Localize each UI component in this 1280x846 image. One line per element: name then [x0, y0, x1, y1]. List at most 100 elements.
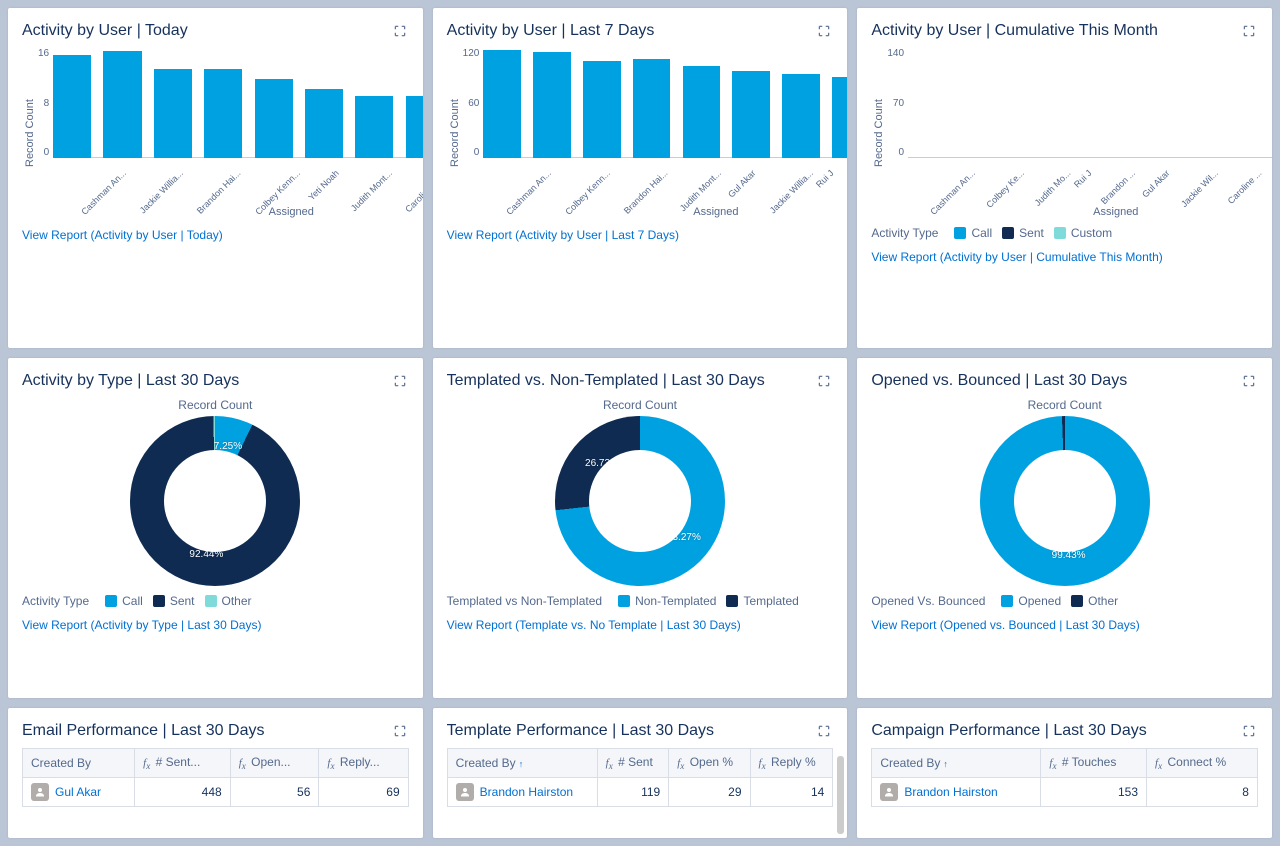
legend-item[interactable]: Sent	[153, 594, 195, 608]
value-cell: 119	[597, 778, 669, 807]
expand-icon[interactable]	[815, 372, 833, 390]
user-link[interactable]: Brandon Hairston	[904, 785, 997, 799]
column-header[interactable]: fx # Sent...	[135, 749, 231, 778]
bar[interactable]	[355, 96, 393, 158]
card-title: Template Performance | Last 30 Days	[447, 722, 714, 740]
card-title: Activity by User | Today	[22, 22, 188, 40]
user-icon	[456, 783, 474, 801]
donut[interactable]: 99.43%	[980, 416, 1150, 586]
user-cell: Brandon Hairston	[447, 778, 597, 807]
expand-icon[interactable]	[391, 722, 409, 740]
x-ticks: Cashman An...Colbey Ke...Judith Mo...Rui…	[887, 158, 1272, 208]
value-cell: 153	[1041, 778, 1147, 807]
chart-subtitle: Record Count	[447, 398, 834, 412]
bar[interactable]	[683, 66, 721, 158]
y-axis-label: Record Count	[871, 48, 887, 218]
bar[interactable]	[255, 79, 293, 158]
x-ticks: Cashman An...Jackie Willia...Brandon Hai…	[38, 158, 423, 208]
bar[interactable]	[782, 74, 820, 158]
view-report-link[interactable]: View Report (Activity by User | Cumulati…	[871, 250, 1162, 264]
legend-item[interactable]: Non-Templated	[618, 594, 716, 608]
card-activity-user-7days: Activity by User | Last 7 Days Record Co…	[433, 8, 848, 348]
donut-slice-label: 73.27%	[667, 532, 701, 543]
y-ticks: 140700	[887, 48, 908, 158]
bar[interactable]	[305, 89, 343, 158]
value-cell: 14	[750, 778, 833, 807]
column-header[interactable]: fx Connect %	[1147, 749, 1258, 778]
bar[interactable]	[583, 61, 621, 158]
table-row: Gul Akar4485669	[23, 778, 409, 807]
donut-slice-label: 26.73%	[585, 458, 619, 469]
bar[interactable]	[533, 52, 571, 158]
stacked-bar-chart: Record Count140700Cashman An...Colbey Ke…	[871, 48, 1258, 240]
table: Created By↑fx # Touchesfx Connect % Brand…	[871, 748, 1258, 807]
table-row: Brandon Hairston1192914	[447, 778, 833, 807]
column-header[interactable]: fx Reply...	[319, 749, 408, 778]
card-title: Opened vs. Bounced | Last 30 Days	[871, 372, 1127, 390]
value-cell: 448	[135, 778, 231, 807]
column-header[interactable]: fx # Sent	[597, 749, 669, 778]
donut[interactable]: 73.27% 26.73%	[555, 416, 725, 586]
x-ticks: Cashman An...Colbey Kenn...Brandon Hai..…	[463, 158, 848, 208]
donut-slice-label: 92.44%	[189, 549, 223, 560]
expand-icon[interactable]	[1240, 722, 1258, 740]
donut-chart: 7.25%92.44%Activity TypeCallSentOther	[22, 416, 409, 608]
card-title: Activity by Type | Last 30 Days	[22, 372, 239, 390]
data-table: Created By↑fx # Sentfx Open %fx Reply % B…	[447, 748, 834, 807]
view-report-link[interactable]: View Report (Opened vs. Bounced | Last 3…	[871, 618, 1139, 632]
donut-slice-label: 7.25%	[214, 441, 242, 452]
card-email-perf: Email Performance | Last 30 Days Created…	[8, 708, 423, 838]
expand-icon[interactable]	[815, 722, 833, 740]
view-report-link[interactable]: View Report (Template vs. No Template | …	[447, 618, 741, 632]
donut-chart: 73.27%26.73%Templated vs Non-TemplatedNo…	[447, 416, 834, 608]
y-axis-label: Record Count	[22, 48, 38, 218]
bar[interactable]	[732, 71, 770, 158]
card-templated-30: Templated vs. Non-Templated | Last 30 Da…	[433, 358, 848, 698]
donut[interactable]: 7.25% 92.44%	[130, 416, 300, 586]
expand-icon[interactable]	[391, 22, 409, 40]
card-template-perf: Template Performance | Last 30 Days Crea…	[433, 708, 848, 838]
column-header[interactable]: Created By↑	[447, 749, 597, 778]
legend-item[interactable]: Other	[205, 594, 252, 608]
legend-item[interactable]: Templated	[726, 594, 798, 608]
column-header[interactable]: Created By	[23, 749, 135, 778]
y-axis-label: Record Count	[447, 48, 463, 218]
legend-item[interactable]: Other	[1071, 594, 1118, 608]
column-header[interactable]: fx Open %	[669, 749, 750, 778]
bar[interactable]	[633, 59, 671, 158]
column-header[interactable]: fx # Touches	[1041, 749, 1147, 778]
table: Created Byfx # Sent...fx Open...fx Reply…	[22, 748, 409, 807]
legend: Activity TypeCallSentOther	[22, 594, 409, 608]
column-header[interactable]: Created By↑	[872, 749, 1041, 778]
table: Created By↑fx # Sentfx Open %fx Reply % B…	[447, 748, 834, 807]
legend-item[interactable]: Opened	[1001, 594, 1061, 608]
bar[interactable]	[154, 69, 192, 158]
bar[interactable]	[103, 51, 141, 158]
data-table: Created By↑fx # Touchesfx Connect % Brand…	[871, 748, 1258, 807]
bar[interactable]	[483, 50, 521, 158]
expand-icon[interactable]	[391, 372, 409, 390]
y-ticks: 120600	[463, 48, 484, 158]
card-opened-bounced-30: Opened vs. Bounced | Last 30 Days Record…	[857, 358, 1272, 698]
scrollbar[interactable]	[837, 756, 844, 834]
bar[interactable]	[406, 96, 423, 158]
user-cell: Brandon Hairston	[872, 778, 1041, 807]
chart-subtitle: Record Count	[22, 398, 409, 412]
view-report-link[interactable]: View Report (Activity by Type | Last 30 …	[22, 618, 261, 632]
bar[interactable]	[53, 55, 91, 158]
user-link[interactable]: Gul Akar	[55, 785, 101, 799]
bar[interactable]	[204, 69, 242, 158]
table-row: Brandon Hairston1538	[872, 778, 1258, 807]
dashboard-grid: Activity by User | Today Record Count168…	[8, 8, 1272, 838]
donut-slice-label: 99.43%	[1052, 550, 1086, 561]
expand-icon[interactable]	[1240, 372, 1258, 390]
expand-icon[interactable]	[1240, 22, 1258, 40]
bar-plot	[483, 48, 847, 158]
column-header[interactable]: fx Reply %	[750, 749, 833, 778]
user-link[interactable]: Brandon Hairston	[480, 785, 573, 799]
legend-item[interactable]: Call	[105, 594, 143, 608]
column-header[interactable]: fx Open...	[230, 749, 319, 778]
value-cell: 69	[319, 778, 408, 807]
expand-icon[interactable]	[815, 22, 833, 40]
bar[interactable]	[832, 77, 847, 158]
